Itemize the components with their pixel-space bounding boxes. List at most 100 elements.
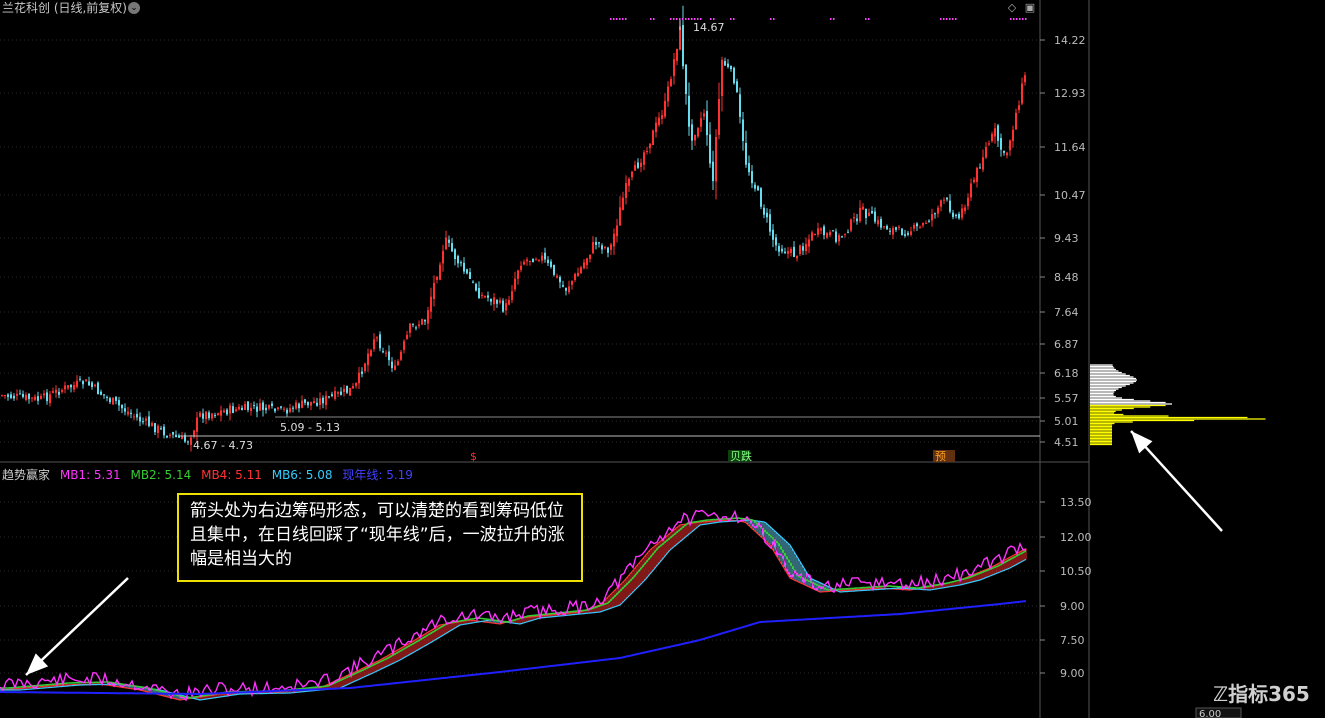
candle-body bbox=[478, 288, 480, 299]
candle-body bbox=[862, 206, 864, 210]
candle-body bbox=[265, 407, 267, 411]
candle-body bbox=[322, 397, 324, 404]
candle-body bbox=[145, 418, 147, 421]
top-marker-dot bbox=[700, 18, 702, 20]
watermark-logo-icon: ℤ bbox=[1213, 682, 1229, 706]
candle-body bbox=[61, 389, 63, 392]
candle-body bbox=[157, 425, 159, 434]
top-marker-dot bbox=[653, 18, 655, 20]
price-axis-label: 12.93 bbox=[1054, 87, 1086, 100]
candle-body bbox=[154, 423, 156, 433]
candle-body bbox=[832, 230, 834, 232]
signal-label: $ bbox=[470, 450, 477, 463]
candle-body bbox=[457, 256, 459, 264]
candle-body bbox=[448, 239, 450, 243]
candle-body bbox=[130, 412, 132, 414]
candle-body bbox=[970, 183, 972, 198]
indicator-axis-label: 10.50 bbox=[1060, 565, 1092, 578]
candle-body bbox=[730, 65, 732, 70]
candle-body bbox=[316, 402, 318, 406]
candle-body bbox=[589, 254, 591, 259]
candle-body bbox=[277, 407, 279, 410]
top-marker-dot bbox=[697, 18, 699, 20]
candle-body bbox=[940, 200, 942, 207]
candle-body bbox=[835, 231, 837, 242]
candle-body bbox=[634, 165, 636, 171]
top-marker-dot bbox=[868, 18, 870, 20]
candle-body bbox=[715, 137, 717, 182]
candle-body bbox=[895, 227, 897, 230]
top-marker-dot bbox=[625, 18, 627, 20]
chevron-down-icon[interactable]: ⌄ bbox=[128, 2, 140, 14]
candle-body bbox=[271, 403, 273, 406]
candle-body bbox=[1024, 75, 1026, 83]
candle-body bbox=[109, 398, 111, 403]
candle-body bbox=[124, 408, 126, 412]
candle-body bbox=[712, 161, 714, 182]
candle-body bbox=[58, 391, 60, 395]
candle-body bbox=[643, 152, 645, 165]
candle-body bbox=[268, 404, 270, 409]
candle-body bbox=[301, 400, 303, 408]
candle-body bbox=[859, 207, 861, 222]
diamond-icon[interactable]: ◇ bbox=[1006, 2, 1018, 14]
candle-body bbox=[823, 226, 825, 236]
indicator-axis-label: 9.00 bbox=[1060, 600, 1085, 613]
candle-body bbox=[76, 380, 78, 387]
candle-body bbox=[808, 239, 810, 247]
candle-body bbox=[988, 143, 990, 145]
candle-body bbox=[469, 272, 471, 279]
candle-body bbox=[865, 208, 867, 219]
candle-body bbox=[451, 243, 453, 252]
price-axis-label: 6.87 bbox=[1054, 338, 1079, 351]
range-label: 5.09 - 5.13 bbox=[280, 421, 340, 434]
candle-body bbox=[199, 412, 201, 417]
candle-body bbox=[505, 303, 507, 311]
candle-body bbox=[565, 287, 567, 291]
candle-body bbox=[463, 262, 465, 272]
indicator-mb4: MB4: 5.11 bbox=[201, 468, 262, 482]
candle-body bbox=[799, 245, 801, 254]
candle-body bbox=[739, 94, 741, 117]
candle-body bbox=[502, 300, 504, 312]
candle-body bbox=[526, 259, 528, 262]
candle-body bbox=[142, 421, 144, 423]
candle-body bbox=[1021, 83, 1023, 104]
candle-body bbox=[238, 406, 240, 410]
top-marker-dot bbox=[682, 18, 684, 20]
candle-body bbox=[25, 394, 27, 400]
candle-body bbox=[952, 212, 954, 218]
top-marker-dot bbox=[1010, 18, 1012, 20]
candle-body bbox=[826, 233, 828, 238]
candle-body bbox=[670, 78, 672, 87]
chart-canvas[interactable]: 14.22 12.93 11.64 10.47 9.43 8.48 7.64 6.87 6.18… bbox=[0, 0, 1325, 718]
panel-toggle-icon[interactable]: ▣ bbox=[1024, 2, 1036, 14]
candle-body bbox=[187, 441, 189, 443]
candle-body bbox=[409, 323, 411, 333]
candle-body bbox=[979, 167, 981, 169]
candle-body bbox=[226, 409, 228, 415]
candle-body bbox=[1018, 105, 1020, 110]
candle-body bbox=[784, 251, 786, 253]
candle-body bbox=[553, 264, 555, 275]
candle-body bbox=[640, 162, 642, 168]
candle-body bbox=[916, 223, 918, 227]
candle-body bbox=[190, 437, 192, 445]
candle-body bbox=[118, 400, 120, 406]
candle-body bbox=[649, 143, 651, 149]
candle-body bbox=[412, 323, 414, 325]
candle-body bbox=[31, 397, 33, 399]
candle-body bbox=[766, 212, 768, 218]
candle-body bbox=[736, 81, 738, 93]
price-axis-label: 9.43 bbox=[1054, 232, 1079, 245]
candle-body bbox=[493, 297, 495, 305]
candle-body bbox=[652, 130, 654, 146]
candle-body bbox=[658, 117, 660, 125]
candle-body bbox=[379, 334, 381, 349]
candle-body bbox=[397, 361, 399, 366]
indicator-axis-label: 12.00 bbox=[1060, 531, 1092, 544]
top-marker-dot bbox=[1022, 18, 1024, 20]
top-marker-dot bbox=[946, 18, 948, 20]
candle-body bbox=[592, 242, 594, 254]
top-marker-dot bbox=[694, 18, 696, 20]
